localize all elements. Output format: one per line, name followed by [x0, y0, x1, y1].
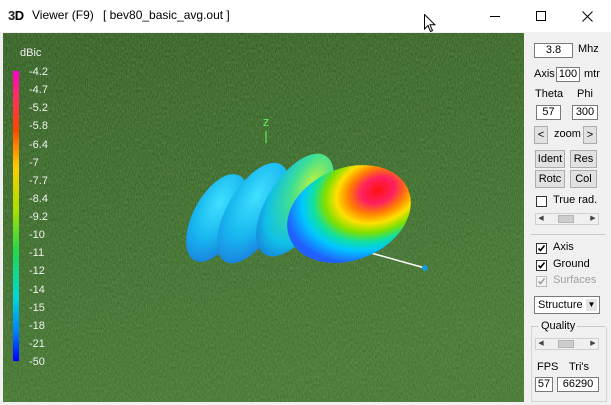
frequency-field[interactable]: 3.8 [534, 43, 573, 58]
surfaces-checkbox-label: Surfaces [553, 274, 597, 286]
scale-label: -21 [29, 338, 45, 350]
title-bar: 3D Viewer (F9) [ bev80_basic_avg.out ] [0, 0, 611, 33]
scale-unit-label: dBic [20, 47, 42, 59]
scale-label: -11 [29, 247, 45, 259]
axis-checkbox-label: Axis [553, 241, 574, 253]
slider-left-arrow-icon[interactable]: ◀ [536, 214, 546, 224]
tris-label: Tri's [569, 361, 590, 373]
surfaces-checkbox[interactable] [536, 276, 547, 287]
scale-label: -8.4 [29, 193, 48, 205]
ident-button[interactable]: Ident [535, 150, 565, 168]
close-icon [581, 10, 593, 22]
checkmark-icon [537, 245, 546, 252]
control-panel: 3.8 Mhz Axis 100 mtr Theta Phi 57 300 < … [527, 33, 611, 405]
res-button[interactable]: Res [570, 150, 597, 168]
true-rad-checkbox[interactable] [536, 196, 547, 207]
view-mode-select[interactable]: Structure ▼ [534, 296, 600, 314]
checkmark-icon [537, 262, 546, 269]
phi-label: Phi [577, 88, 593, 100]
scale-label: -18 [29, 320, 45, 332]
checkmark-icon [537, 278, 546, 285]
scale-label: -15 [29, 302, 45, 314]
axis-length-label: Axis [534, 68, 555, 80]
scale-label: -10 [29, 229, 45, 241]
theta-field[interactable]: 57 [536, 105, 561, 120]
slider-right-arrow-icon[interactable]: ▶ [588, 214, 598, 224]
scale-label: -5.2 [29, 102, 48, 114]
slider-right-arrow-icon[interactable]: ▶ [588, 339, 598, 349]
axis-length-unit: mtr [584, 68, 600, 80]
color-scale-bar [13, 71, 19, 361]
scale-label: -4.2 [29, 66, 48, 78]
maximize-button[interactable] [518, 0, 564, 32]
phi-field[interactable]: 300 [572, 105, 598, 120]
close-button[interactable] [564, 0, 610, 32]
true-rad-slider[interactable]: ◀ ▶ [535, 213, 599, 225]
divider [531, 234, 605, 235]
scale-label: -14 [29, 284, 45, 296]
quality-label: Quality [540, 320, 577, 332]
minimize-button[interactable] [472, 0, 518, 32]
theta-label: Theta [535, 88, 564, 100]
scale-label: -5.8 [29, 120, 48, 132]
slider-left-arrow-icon[interactable]: ◀ [536, 339, 546, 349]
quality-slider[interactable]: ◀ ▶ [535, 338, 599, 350]
rotc-button[interactable]: Rotc [535, 170, 565, 188]
fps-label: FPS [537, 361, 559, 373]
ground-checkbox[interactable] [536, 260, 547, 271]
scale-label: -7 [29, 157, 39, 169]
window-file-name: [ bev80_basic_avg.out ] [103, 8, 230, 22]
ground-checkbox-label: Ground [553, 258, 590, 270]
window-title: Viewer (F9) [32, 8, 94, 22]
scale-label: -7.7 [29, 175, 48, 187]
view-mode-value: Structure [538, 299, 583, 311]
axis-length-field[interactable]: 100 [556, 67, 580, 82]
app-3d-icon: 3D [8, 8, 24, 23]
scale-label: -50 [29, 356, 45, 368]
minimize-icon [490, 16, 500, 17]
axis-checkbox[interactable] [536, 243, 547, 254]
chevron-down-icon: ▼ [586, 299, 597, 311]
frequency-unit: Mhz [578, 43, 599, 55]
scale-label: -12 [29, 265, 45, 277]
zoom-out-button[interactable]: < [534, 126, 548, 144]
tris-value: 66290 [557, 377, 599, 392]
scale-label: -4.7 [29, 84, 48, 96]
fps-value: 57 [535, 377, 553, 392]
maximize-icon [536, 11, 546, 21]
z-axis-label: Z [263, 118, 270, 129]
zoom-in-button[interactable]: > [583, 126, 597, 144]
col-button[interactable]: Col [570, 170, 597, 188]
scale-label: -9.2 [29, 211, 48, 223]
3d-viewport[interactable]: dBic Z -4.2 -4.7 -5.2 -5.8 -6.4 -7 -7.7 -8.4 -9.… [3, 33, 524, 402]
true-rad-slider-thumb[interactable] [558, 215, 574, 223]
scale-label: -6.4 [29, 139, 48, 151]
zoom-label: zoom [554, 128, 581, 140]
axis-endpoint [422, 265, 428, 271]
radiation-pattern-render [3, 33, 524, 402]
quality-slider-thumb[interactable] [558, 340, 574, 348]
true-rad-label: True rad. [553, 194, 598, 206]
